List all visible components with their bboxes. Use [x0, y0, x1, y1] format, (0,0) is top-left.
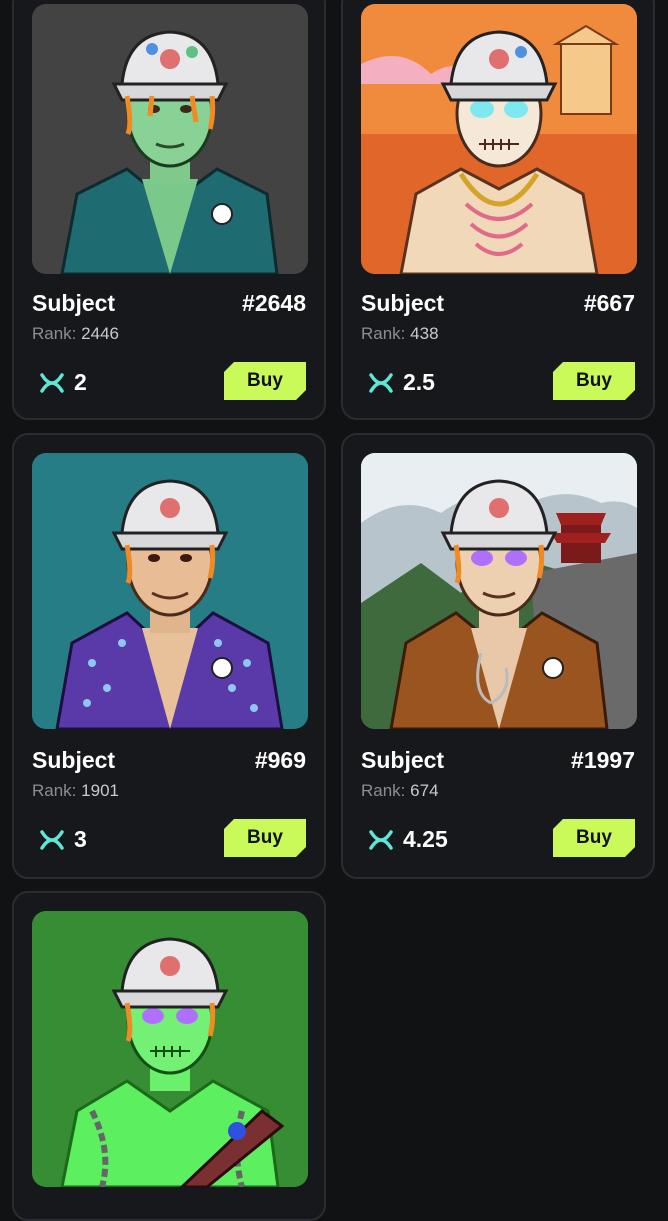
nft-card[interactable]: Subject #667 Rank: 438 2.5 Buy [341, 0, 655, 420]
nft-collection-name: Subject [32, 747, 116, 773]
xrp-x-icon [40, 372, 64, 393]
xrp-x-icon [369, 829, 393, 850]
nft-token-number: #1997 [571, 747, 635, 773]
nft-price: 4.25 [369, 826, 448, 853]
nft-collection-name: Subject [32, 290, 116, 316]
rank-value: 2446 [81, 324, 119, 343]
price-value: 2 [74, 369, 87, 395]
nft-price: 2 [40, 369, 87, 396]
nft-image[interactable] [32, 453, 308, 729]
nft-rank: Rank: 1901 [32, 781, 119, 801]
nft-token-number: #667 [583, 290, 635, 316]
nft-card[interactable]: Subject #1997 Rank: 674 4.25 Buy [341, 433, 655, 879]
nft-image[interactable] [361, 453, 637, 729]
nft-card[interactable]: Subject #2648 Rank: 2446 2 Buy [12, 0, 326, 420]
nft-rank: Rank: 438 [361, 324, 439, 344]
nft-price: 3 [40, 826, 87, 853]
nft-rank: Rank: 2446 [32, 324, 119, 344]
buy-button[interactable]: Buy [224, 819, 306, 857]
buy-button[interactable]: Buy [224, 362, 306, 400]
nft-collection-name: Subject [361, 290, 445, 316]
nft-image[interactable] [32, 4, 308, 274]
rank-value: 1901 [81, 781, 119, 800]
nft-card[interactable]: Subject #969 Rank: 1901 3 Buy [12, 433, 326, 879]
price-value: 3 [74, 826, 87, 852]
nft-rank: Rank: 674 [361, 781, 439, 801]
rank-label: Rank: [361, 324, 406, 343]
nft-token-number: #969 [254, 747, 306, 773]
nft-collection-name: Subject [361, 747, 445, 773]
nft-token-number: #2648 [242, 290, 306, 316]
rank-label: Rank: [32, 324, 77, 343]
buy-button[interactable]: Buy [553, 819, 635, 857]
rank-value: 438 [410, 324, 439, 343]
rank-label: Rank: [32, 781, 77, 800]
nft-image[interactable] [32, 911, 308, 1187]
nft-price: 2.5 [369, 369, 435, 396]
rank-value: 674 [410, 781, 439, 800]
nft-card[interactable] [12, 891, 326, 1221]
rank-label: Rank: [361, 781, 406, 800]
buy-button[interactable]: Buy [553, 362, 635, 400]
price-value: 2.5 [403, 369, 435, 395]
price-value: 4.25 [403, 826, 448, 852]
nft-image[interactable] [361, 4, 637, 274]
xrp-x-icon [40, 829, 64, 850]
xrp-x-icon [369, 372, 393, 393]
